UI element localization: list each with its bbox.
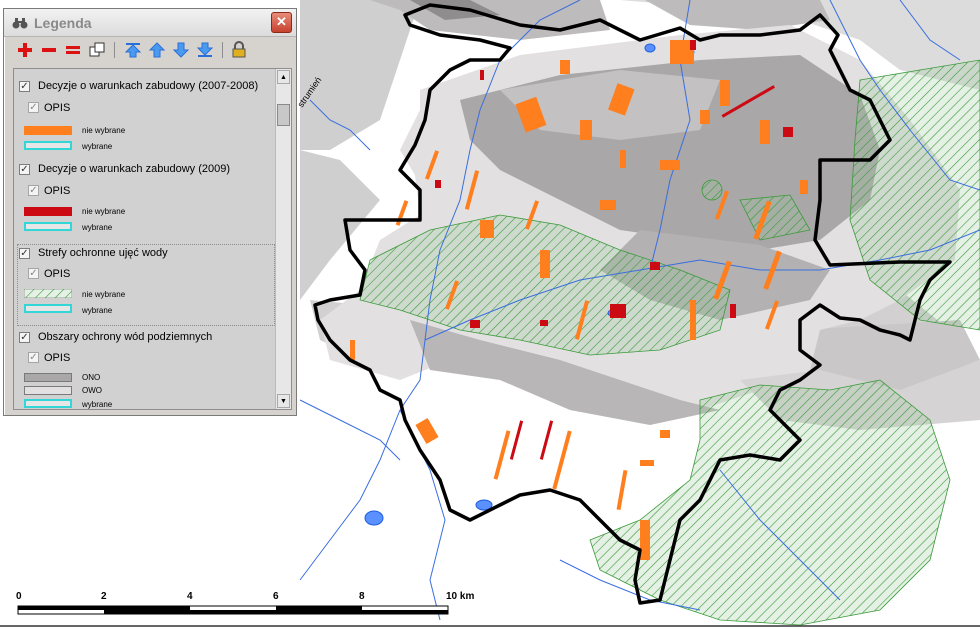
remove-all-icon[interactable] [64,41,82,59]
opis-label: OPIS [44,352,71,364]
move-up-icon[interactable] [148,41,166,59]
swatch-selected [24,304,72,313]
swatch-label: wybrane [82,400,113,409]
lock-icon[interactable] [230,41,248,59]
scroll-thumb[interactable] [277,104,290,126]
opis-label: OPIS [44,268,71,280]
scroll-down-icon[interactable]: ▼ [277,394,290,408]
layer-checkbox[interactable]: ✓ [19,164,30,175]
copy-icon[interactable] [88,41,106,59]
swatch-label: wybrane [82,142,113,151]
move-down-icon[interactable] [172,41,190,59]
scale-bar [17,605,449,615]
legend-panel[interactable]: ✓ Decyzje o warunkach zabudowy (2007-200… [13,68,292,410]
layer-checkbox[interactable]: ✓ [19,248,30,259]
swatch-selected [24,141,72,150]
swatch-label: nie wybrane [82,126,126,135]
opis-checkbox[interactable]: ✓ [28,268,39,279]
swatch-ono [24,373,72,382]
move-top-icon[interactable] [124,41,142,59]
legend-window[interactable]: Legenda ✕ ✓ Decyzje o warunkach zabudowy… [3,8,297,416]
scale-label-6: 6 [273,591,279,602]
legend-titlebar[interactable]: Legenda ✕ [4,9,296,37]
layer-name: Decyzje o warunkach zabudowy (2009) [38,163,230,175]
close-button[interactable]: ✕ [271,12,292,33]
opis-checkbox[interactable]: ✓ [28,185,39,196]
layer-name: Strefy ochronne ujęć wody [38,247,168,259]
swatch-label: ONO [82,373,101,382]
opis-checkbox[interactable]: ✓ [28,102,39,113]
swatch-red [24,207,72,216]
add-layer-icon[interactable] [16,41,34,59]
layer-name: Decyzje o warunkach zabudowy (2007-2008) [38,80,259,92]
swatch-label: nie wybrane [82,207,126,216]
toolbar-separator [114,42,115,58]
toolbar-separator [222,42,223,58]
opis-label: OPIS [44,185,71,197]
layer-checkbox[interactable]: ✓ [19,332,30,343]
scale-label-10: 10 km [446,591,475,602]
swatch-label: OWO [82,386,102,395]
remove-layer-icon[interactable] [40,41,58,59]
layer-checkbox[interactable]: ✓ [19,81,30,92]
legend-scrollbar[interactable]: ▲ ▼ [275,69,291,409]
scroll-up-icon[interactable]: ▲ [277,70,290,84]
binoculars-icon [12,18,28,29]
scale-label-0: 0 [16,591,22,602]
legend-title: Legenda [34,15,92,31]
scale-label-4: 4 [187,591,193,602]
swatch-selected [24,399,72,408]
swatch-orange [24,126,72,135]
swatch-owo [24,386,72,395]
swatch-hatch-green [24,289,72,298]
opis-label: OPIS [44,102,71,114]
swatch-selected [24,222,72,231]
swatch-label: wybrane [82,306,113,315]
scale-label-8: 8 [359,591,365,602]
scale-label-2: 2 [101,591,107,602]
move-bottom-icon[interactable] [196,41,214,59]
swatch-label: nie wybrane [82,290,126,299]
layer-name: Obszary ochrony wód podziemnych [38,331,213,343]
opis-checkbox[interactable]: ✓ [28,352,39,363]
legend-toolbar [4,37,296,65]
swatch-label: wybrane [82,223,113,232]
